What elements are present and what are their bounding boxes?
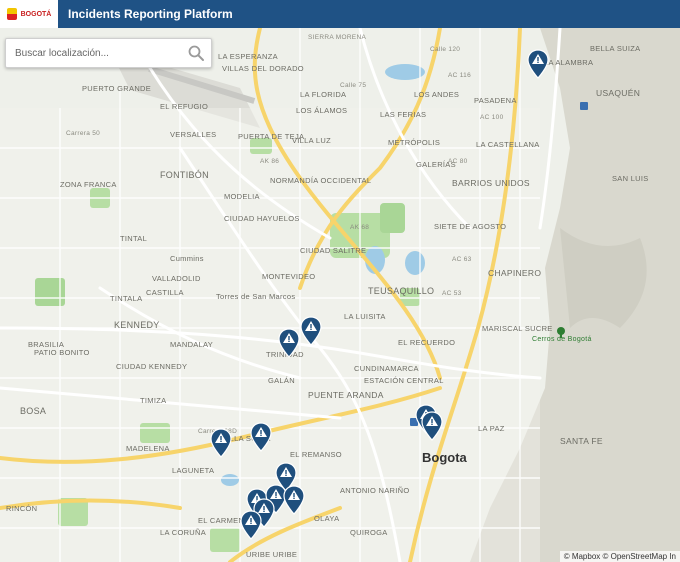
map-label: BARRIOS UNIDOS (452, 178, 530, 188)
incident-marker[interactable] (240, 510, 262, 540)
map-label: TIMIZA (140, 396, 167, 405)
map-label: PUERTA DE TEJA (238, 132, 305, 141)
map-label: LA ALAMBRA (544, 58, 594, 67)
map-label: AC 116 (448, 72, 471, 79)
map-attribution[interactable]: © Mapbox © OpenStreetMap In (559, 551, 680, 562)
incident-marker[interactable] (210, 428, 232, 458)
map-label: NORMANDÍA OCCIDENTAL (270, 176, 372, 185)
map-label: AC 63 (452, 256, 472, 263)
app-title: Incidents Reporting Platform (68, 7, 233, 21)
map-label: EL REMANSO (290, 450, 342, 459)
map-label: LA CASTELLANA (476, 140, 540, 149)
map-label: LAGUNETA (172, 466, 215, 475)
map-label: BOSA (20, 406, 47, 416)
city-label: Bogota (422, 450, 467, 465)
map-label: PUENTE ARANDA (308, 390, 384, 400)
logo-text: BOGOTÁ (20, 10, 52, 18)
map-label: AC 53 (442, 290, 462, 297)
map-label: AC 100 (480, 114, 504, 121)
map-label: MONTEVIDEO (262, 272, 316, 281)
map-label: OLAYA (314, 514, 340, 523)
map-label: EL RECUERDO (398, 338, 456, 347)
app-header: BOGOTÁ Incidents Reporting Platform (0, 0, 680, 28)
map-label: LA FLORIDA (300, 90, 347, 99)
map-label: QUIROGA (350, 528, 388, 537)
map-label: AK 68 (350, 224, 370, 231)
location-search (5, 38, 212, 68)
map-label: TINTALA (110, 294, 143, 303)
map-label: RINCÓN (6, 504, 38, 513)
map-label: CIUDAD KENNEDY (116, 362, 188, 371)
incident-marker[interactable] (250, 422, 272, 452)
incident-marker[interactable] (527, 49, 549, 79)
map-label: Calle 75 (340, 82, 367, 89)
search-icon[interactable] (187, 44, 205, 62)
map-label: PATIO BONITO (34, 348, 90, 357)
map-canvas[interactable]: SIERRA MORENA LA ESPERANZA VILLAS DEL DO… (0, 28, 680, 562)
map-label: CUNDINAMARCA (354, 364, 419, 373)
map-label: FONTIBÓN (160, 170, 209, 180)
map-label: SIERRA MORENA (308, 34, 367, 41)
map-label: SIETE DE AGOSTO (434, 222, 507, 231)
map-label: CIUDAD SALITRE (300, 246, 367, 255)
map-label: Carrera 50 (66, 130, 101, 137)
incident-marker[interactable] (300, 316, 322, 346)
map-label: PASADENA (474, 96, 517, 105)
map-label: VERSALLES (170, 130, 217, 139)
map-label: EL REFUGIO (160, 102, 209, 111)
map-label: ESTACIÓN CENTRAL (364, 376, 444, 385)
incident-marker[interactable] (283, 485, 305, 515)
search-input[interactable] (6, 46, 187, 60)
map-label: ZONA FRANCA (60, 180, 117, 189)
map-label: Torres de San Marcos (216, 292, 296, 301)
map-label: VILLAS DEL DORADO (222, 64, 304, 73)
map-label: MANDALAY (170, 340, 214, 349)
bogota-logo[interactable]: BOGOTÁ (0, 0, 58, 28)
incident-marker[interactable] (278, 328, 300, 358)
map-label: LAS FERIAS (380, 110, 427, 119)
map-label: TINTAL (120, 234, 148, 243)
map-label: EL CARMEN (198, 516, 245, 525)
map-label: BELLA SUIZA (590, 44, 641, 53)
map-label: ANTONIO NARIÑO (340, 486, 410, 495)
map-label: Calle 120 (430, 46, 461, 53)
map-label: AC 80 (448, 158, 468, 165)
map-label: LOS ANDES (414, 90, 460, 99)
map-label: CASTILLA (146, 288, 184, 297)
map-label: CIUDAD HAYUELOS (224, 214, 300, 223)
map-label: GALÁN (268, 376, 295, 385)
map-label: PUERTO GRANDE (82, 84, 152, 93)
map-label: URIBE URIBE (246, 550, 298, 559)
map-label: KENNEDY (114, 320, 160, 330)
map-label: LA CORUÑA (160, 528, 207, 537)
map-label: MADELENA (126, 444, 170, 453)
map-label: LA ESPERANZA (218, 52, 278, 61)
incident-marker[interactable] (421, 411, 443, 441)
map-label: VALLADOLID (152, 274, 201, 283)
map-label: LOS ÁLAMOS (296, 106, 348, 115)
map-label: METRÓPOLIS (388, 138, 441, 147)
map-label: CHAPINERO (488, 268, 542, 278)
shield-icon (6, 8, 17, 20)
map-label: Cerros de Bogotá (532, 336, 592, 343)
map-label: USAQUÉN (596, 88, 641, 98)
map-label: Cummins (170, 254, 204, 263)
map-label: MODELIA (224, 192, 260, 201)
map-label: AK 86 (260, 158, 280, 165)
map-label: MARISCAL SUCRE (482, 324, 553, 333)
map-label: SAN LUIS (612, 174, 649, 183)
map-label: LA LUISITA (344, 312, 386, 321)
map-label: SANTA FE (560, 436, 603, 446)
map-label: LA PAZ (478, 424, 505, 433)
map-label: TEUSAQUILLO (368, 286, 435, 296)
